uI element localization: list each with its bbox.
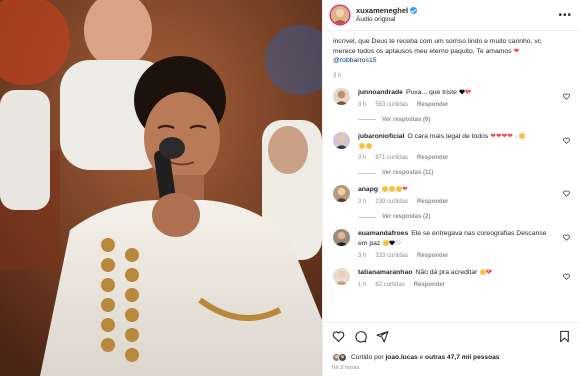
post-details-panel: xuxameneghel Áudio original ••• incrível… [322,0,580,376]
post-video[interactable] [0,0,322,376]
replies-divider [358,172,376,174]
reply-button[interactable]: Responder [417,102,448,108]
post-caption: incrível, que Deus te receba com um sorr… [333,37,570,66]
reply-button[interactable]: Responder [417,253,448,259]
view-replies-button[interactable]: Ver respostas (6) [358,117,570,123]
comment-like-heart-icon[interactable] [563,93,570,100]
author-username[interactable]: xuxameneghel [356,6,418,15]
comment-time: 3 h [358,101,367,108]
comment-time: 3 h [358,199,367,206]
commenter-avatar[interactable] [333,131,350,149]
post-actions-bar [323,322,580,350]
comment-item: jubaronioficial O cara mais legal de todo… [333,131,570,162]
bookmark-icon[interactable] [558,330,571,343]
comment-item: junnoandrade Puxa... que triste 3 h 583 c… [333,87,570,108]
comment-time: 1 h [358,281,367,288]
crying-face-emoji-icon [365,142,372,149]
crying-face-emoji-icon [519,132,526,139]
crying-face-emoji-icon [395,186,402,193]
comment-username[interactable]: jubaronioficial [358,133,404,140]
caption-mention-link[interactable]: @robbarros15 [333,57,377,64]
verified-icon [410,6,418,14]
broken-heart-emoji-icon [486,269,492,275]
comment-text: Não dá pra acreditar [415,268,480,276]
video-frame-illustration [0,0,322,376]
comment-likes-count[interactable]: 239 curtidas [375,199,408,205]
comment-like-heart-icon[interactable] [563,190,570,198]
author-avatar[interactable] [331,6,349,24]
comment-username[interactable]: junnoandrade [358,89,403,96]
comment-like-heart-icon[interactable] [563,273,570,280]
comment-like-heart-icon[interactable] [563,234,570,242]
liker-avatar[interactable] [338,352,347,362]
heart-emoji-icon: ❤ [402,186,408,194]
comment-item: euamandafroes Ele se entregava nas coreog… [333,229,570,259]
crying-face-emoji-icon [479,268,486,275]
replies-divider [358,216,376,218]
likes-count-link[interactable]: outras 47,7 mil pessoas [425,354,499,361]
comment-item: tatianamaranhao Não dá pra acreditar 1 h … [333,267,570,288]
commenter-avatar[interactable] [333,229,350,247]
heart-emoji-icon: ❤ [513,47,520,55]
reply-button[interactable]: Responder [417,155,448,161]
comment-username[interactable]: tatianamaranhao [358,269,412,276]
reply-button[interactable]: Responder [417,199,448,205]
post-timestamp[interactable]: há 3 horas [323,364,580,376]
replies-divider [358,119,376,121]
comment-likes-count[interactable]: 333 curtidas [375,253,408,259]
comment-likes-count[interactable]: 871 curtidas [375,155,408,161]
comment-likes-count[interactable]: 82 curtidas [375,282,404,288]
comment-username[interactable]: euamandafroes [358,230,408,237]
sad-face-emoji-icon [382,240,389,247]
caption-text: incrível, que Deus te receba com um sorr… [333,38,542,55]
white-heart-emoji-icon [395,240,402,246]
comment-icon[interactable] [354,330,367,343]
heart-icon[interactable] [332,330,345,343]
comment-item: anapg ❤ 3 h 239 curtidas Responder [333,185,570,205]
broken-heart-emoji-icon [465,89,471,95]
comment-like-heart-icon[interactable] [563,137,570,144]
commenter-avatar[interactable] [333,87,350,105]
comment-time: 3 h [358,155,367,162]
commenter-avatar[interactable] [333,185,350,203]
comment-likes-count[interactable]: 583 curtidas [375,102,408,108]
crying-face-emoji-icon [381,186,388,193]
liker-username[interactable]: joao.lucas [385,354,417,361]
hearts-emoji-icon: ❤❤❤❤ [490,132,513,140]
view-replies-button[interactable]: Ver respostas (11) [358,170,570,176]
comment-text: Puxa... que triste [405,88,459,96]
more-options-icon[interactable]: ••• [558,10,572,21]
caption-time: 3 h [333,72,342,79]
audio-label[interactable]: Áudio original [356,16,417,24]
comment-text: O cara mais legal de todos [407,132,491,140]
crying-face-emoji-icon [388,186,395,193]
share-icon[interactable] [376,330,389,343]
post-header: xuxameneghel Áudio original ••• [323,0,580,31]
comment-time: 3 h [358,252,367,259]
comments-list[interactable]: incrível, que Deus te receba com um sorr… [323,31,580,322]
reply-button[interactable]: Responder [414,282,445,288]
view-replies-button[interactable]: Ver respostas (2) [358,214,570,220]
comment-username[interactable]: anapg [358,186,378,193]
crying-face-emoji-icon [358,142,365,149]
instagram-post-modal: xuxameneghel Áudio original ••• incrível… [0,0,580,376]
likes-summary: Curtido por joao.lucas e outras 47,7 mil… [323,350,580,364]
commenter-avatar[interactable] [333,267,350,285]
